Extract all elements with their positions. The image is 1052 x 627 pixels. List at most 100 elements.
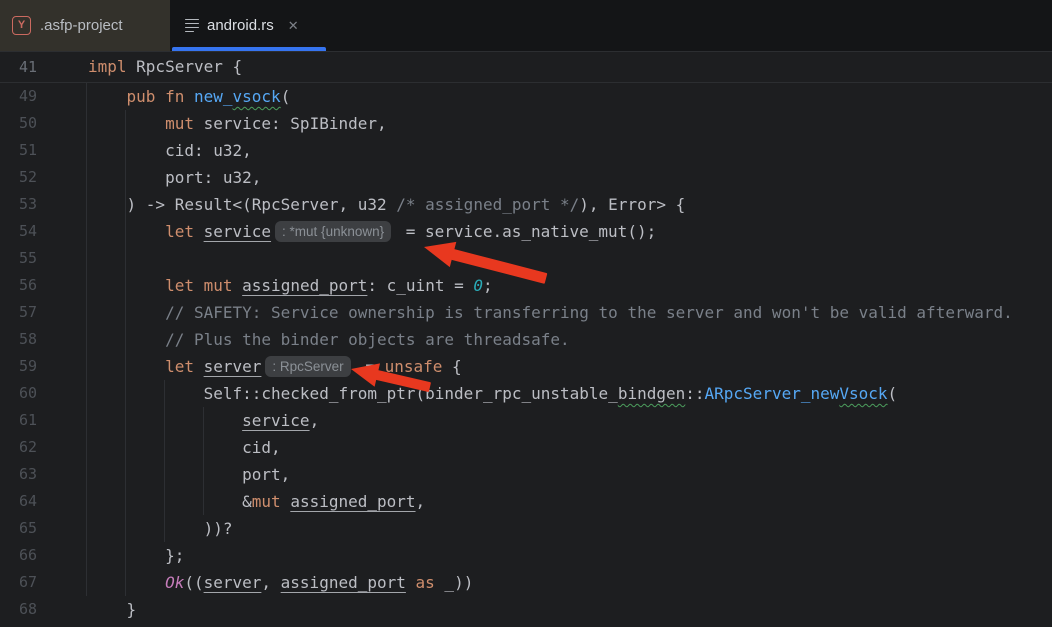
line-number[interactable]: 65 [0,515,88,542]
line-number[interactable]: 64 [0,488,88,515]
code-text: port, [88,461,290,488]
line-number[interactable]: 54 [0,218,88,245]
code-line-60[interactable]: 60 Self::checked_from_ptr(binder_rpc_uns… [0,380,1052,407]
code-line-63[interactable]: 63 port, [0,461,1052,488]
code-text: cid, [88,434,281,461]
code-token: vsock [233,87,281,106]
line-number[interactable]: 57 [0,299,88,326]
line-number[interactable]: 50 [0,110,88,137]
code-token: } [88,600,136,619]
code-token: & [88,492,252,511]
code-line-50[interactable]: 50 mut service: SpIBinder, [0,110,1052,137]
code-token: , [310,411,320,430]
code-token [194,357,204,376]
code-token [194,222,204,241]
code-line-59[interactable]: 59 let server: RpcServer = unsafe { [0,353,1052,380]
code-line-65[interactable]: 65 ))? [0,515,1052,542]
line-number[interactable]: 58 [0,326,88,353]
code-token [406,573,416,592]
code-token [88,573,165,592]
line-number[interactable]: 68 [0,596,88,623]
code-token: new_ [194,87,233,106]
code-text: Self::checked_from_ptr(binder_rpc_unstab… [88,380,897,407]
code-line-64[interactable]: 64 &mut assigned_port, [0,488,1052,515]
file-lines-icon [185,19,199,33]
code-token: service [242,411,309,430]
code-token: RpcServer { [127,57,243,76]
line-number[interactable]: 59 [0,353,88,380]
code-text: pub fn new_vsock( [88,83,290,110]
code-line-52[interactable]: 52 port: u32, [0,164,1052,191]
line-number[interactable]: 55 [0,245,88,272]
line-number[interactable]: 53 [0,191,88,218]
code-token [88,276,165,295]
code-token: = service.as_native_mut(); [396,222,656,241]
code-token [88,411,242,430]
code-token: ))? [88,519,233,538]
code-line-54[interactable]: 54 let service: *mut {unknown} = service… [0,218,1052,245]
project-icon: Y [12,16,31,35]
line-number[interactable]: 62 [0,434,88,461]
code-line-53[interactable]: 53 ) -> Result<(RpcServer, u32 /* assign… [0,191,1052,218]
code-line-57[interactable]: 57 // SAFETY: Service ownership is trans… [0,299,1052,326]
code-line-49[interactable]: 49 pub fn new_vsock( [0,83,1052,110]
code-token: service: SpIBinder, [194,114,387,133]
tab-close-icon[interactable]: ✕ [288,18,299,34]
tab-android-rs[interactable]: android.rs ✕ [172,0,326,51]
code-token: assigned_port [281,573,406,592]
code-token: // SAFETY: Service ownership is transfer… [165,303,1013,322]
code-token [281,492,291,511]
code-token: impl [88,57,127,76]
inlay-type-hint: : *mut {unknown} [275,221,391,242]
code-line-67[interactable]: 67 Ok((server, assigned_port as _)) [0,569,1052,596]
code-editor[interactable]: 49 pub fn new_vsock(50 mut service: SpIB… [0,83,1052,623]
code-text: let mut assigned_port: c_uint = 0; [88,272,493,299]
code-text: // Plus the binder objects are threadsaf… [88,326,570,353]
code-line-58[interactable]: 58 // Plus the binder objects are thread… [0,326,1052,353]
sticky-context-line[interactable]: 41 impl RpcServer { [0,52,1052,83]
project-selector-button[interactable]: Y .asfp-project [0,0,170,51]
code-token: = [356,357,385,376]
code-token: , [261,573,280,592]
line-number[interactable]: 52 [0,164,88,191]
code-token: assigned_port [242,276,367,295]
code-token: fn [165,87,184,106]
code-token: assigned_port [290,492,415,511]
code-token: mut [204,276,233,295]
code-token [88,303,165,322]
code-token [155,87,165,106]
code-line-55[interactable]: 55 [0,245,1052,272]
code-token [233,276,243,295]
sticky-line-number[interactable]: 41 [0,52,88,82]
code-line-56[interactable]: 56 let mut assigned_port: c_uint = 0; [0,272,1052,299]
code-token: ARpcServer_new [705,384,840,403]
line-number[interactable]: 61 [0,407,88,434]
code-line-61[interactable]: 61 service, [0,407,1052,434]
code-line-51[interactable]: 51 cid: u32, [0,137,1052,164]
code-token: server [204,357,262,376]
code-token: cid, [88,438,281,457]
code-token: (( [184,573,203,592]
code-token [88,222,165,241]
line-number[interactable]: 67 [0,569,88,596]
code-token: : c_uint = [367,276,473,295]
line-number[interactable]: 60 [0,380,88,407]
line-number[interactable]: 66 [0,542,88,569]
code-token: service [204,222,271,241]
code-line-68[interactable]: 68 } [0,596,1052,623]
code-token: ), Error> { [579,195,685,214]
code-token: :: [685,384,704,403]
line-number[interactable]: 56 [0,272,88,299]
code-line-66[interactable]: 66 }; [0,542,1052,569]
line-number[interactable]: 49 [0,83,88,110]
code-token: { [442,357,461,376]
line-number[interactable]: 63 [0,461,88,488]
code-token: bindgen [618,384,685,403]
code-token: let [165,276,194,295]
code-token: unsafe [385,357,443,376]
line-number[interactable]: 51 [0,137,88,164]
code-text: mut service: SpIBinder, [88,110,387,137]
main-toolbar: Y .asfp-project android.rs ✕ [0,0,1052,52]
code-token: mut [165,114,194,133]
code-line-62[interactable]: 62 cid, [0,434,1052,461]
